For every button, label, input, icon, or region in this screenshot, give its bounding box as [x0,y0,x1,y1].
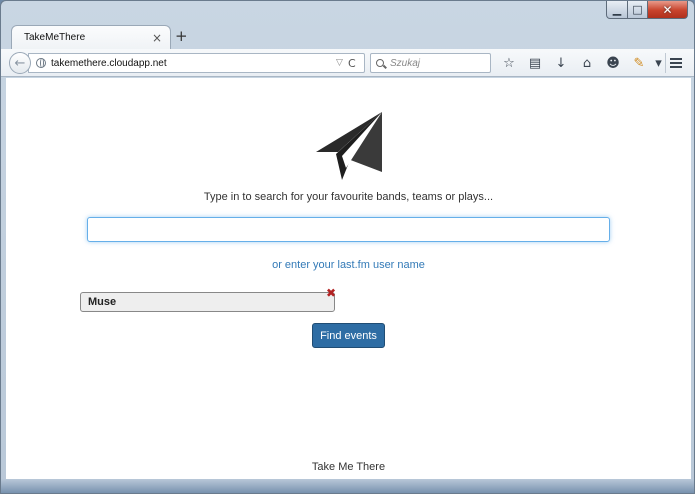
minimize-icon: ▁ [612,3,622,16]
tab-strip: TakeMeThere × + [1,23,694,49]
chat-icon[interactable]: ☻ [600,53,626,73]
back-arrow-icon: ← [14,55,26,71]
tab-takemethere[interactable]: TakeMeThere × [11,25,171,49]
back-button[interactable]: ← [9,52,31,74]
paper-plane-logo-icon [316,112,382,180]
tagline: Type in to search for your favourite ban… [203,191,494,203]
reload-icon[interactable]: C [348,57,364,70]
search-icon [376,59,384,67]
addon-icon[interactable]: ✎ [626,53,652,73]
minimize-button[interactable]: ▁ [606,1,628,19]
close-window-button[interactable]: ✕ [648,1,688,19]
window-controls: ▁ □ ✕ [606,1,688,21]
lastfm-username-link[interactable]: or enter your last.fm user name [6,259,691,271]
more-tools-chevron-icon[interactable]: ▾ [652,53,666,73]
tag-label: Muse [88,296,117,308]
download-icon[interactable]: ↓ [548,53,574,73]
artist-search-input[interactable] [87,217,610,242]
toolbar-icons: ☆ ▤ ↓ ⌂ ☻ ✎ ▾ [496,53,666,73]
search-bar[interactable]: Szukaj [370,53,491,73]
footer-text: Take Me There [311,461,386,473]
selected-artist-tag: Muse [80,292,335,312]
reading-list-icon[interactable]: ▤ [522,53,548,73]
close-icon: ✕ [662,2,673,17]
maximize-button[interactable]: □ [628,1,648,19]
new-tab-button[interactable]: + [175,27,188,45]
search-placeholder: Szukaj [390,57,421,69]
page-content: Type in to search for your favourite ban… [6,78,691,479]
maximize-icon: □ [632,3,643,16]
globe-icon [36,58,46,68]
bookmark-star-icon[interactable]: ☆ [496,53,522,73]
browser-window: ▁ □ ✕ TakeMeThere × + takemethere.clouda… [0,0,695,494]
remove-tag-icon[interactable]: ✖ [326,287,336,299]
tab-close-icon[interactable]: × [152,31,162,45]
url-history-dropdown-icon[interactable]: ▽ [336,58,348,68]
url-bar[interactable]: takemethere.cloudapp.net ▽ C [28,53,365,73]
window-bottom-frame [1,479,694,493]
hamburger-menu-icon[interactable] [666,53,686,73]
home-icon[interactable]: ⌂ [574,53,600,73]
navigation-toolbar: takemethere.cloudapp.net ▽ C ← Szukaj ☆ … [1,49,694,77]
url-text[interactable]: takemethere.cloudapp.net [51,58,336,69]
find-events-button[interactable]: Find events [312,323,385,348]
tab-title: TakeMeThere [24,32,86,43]
